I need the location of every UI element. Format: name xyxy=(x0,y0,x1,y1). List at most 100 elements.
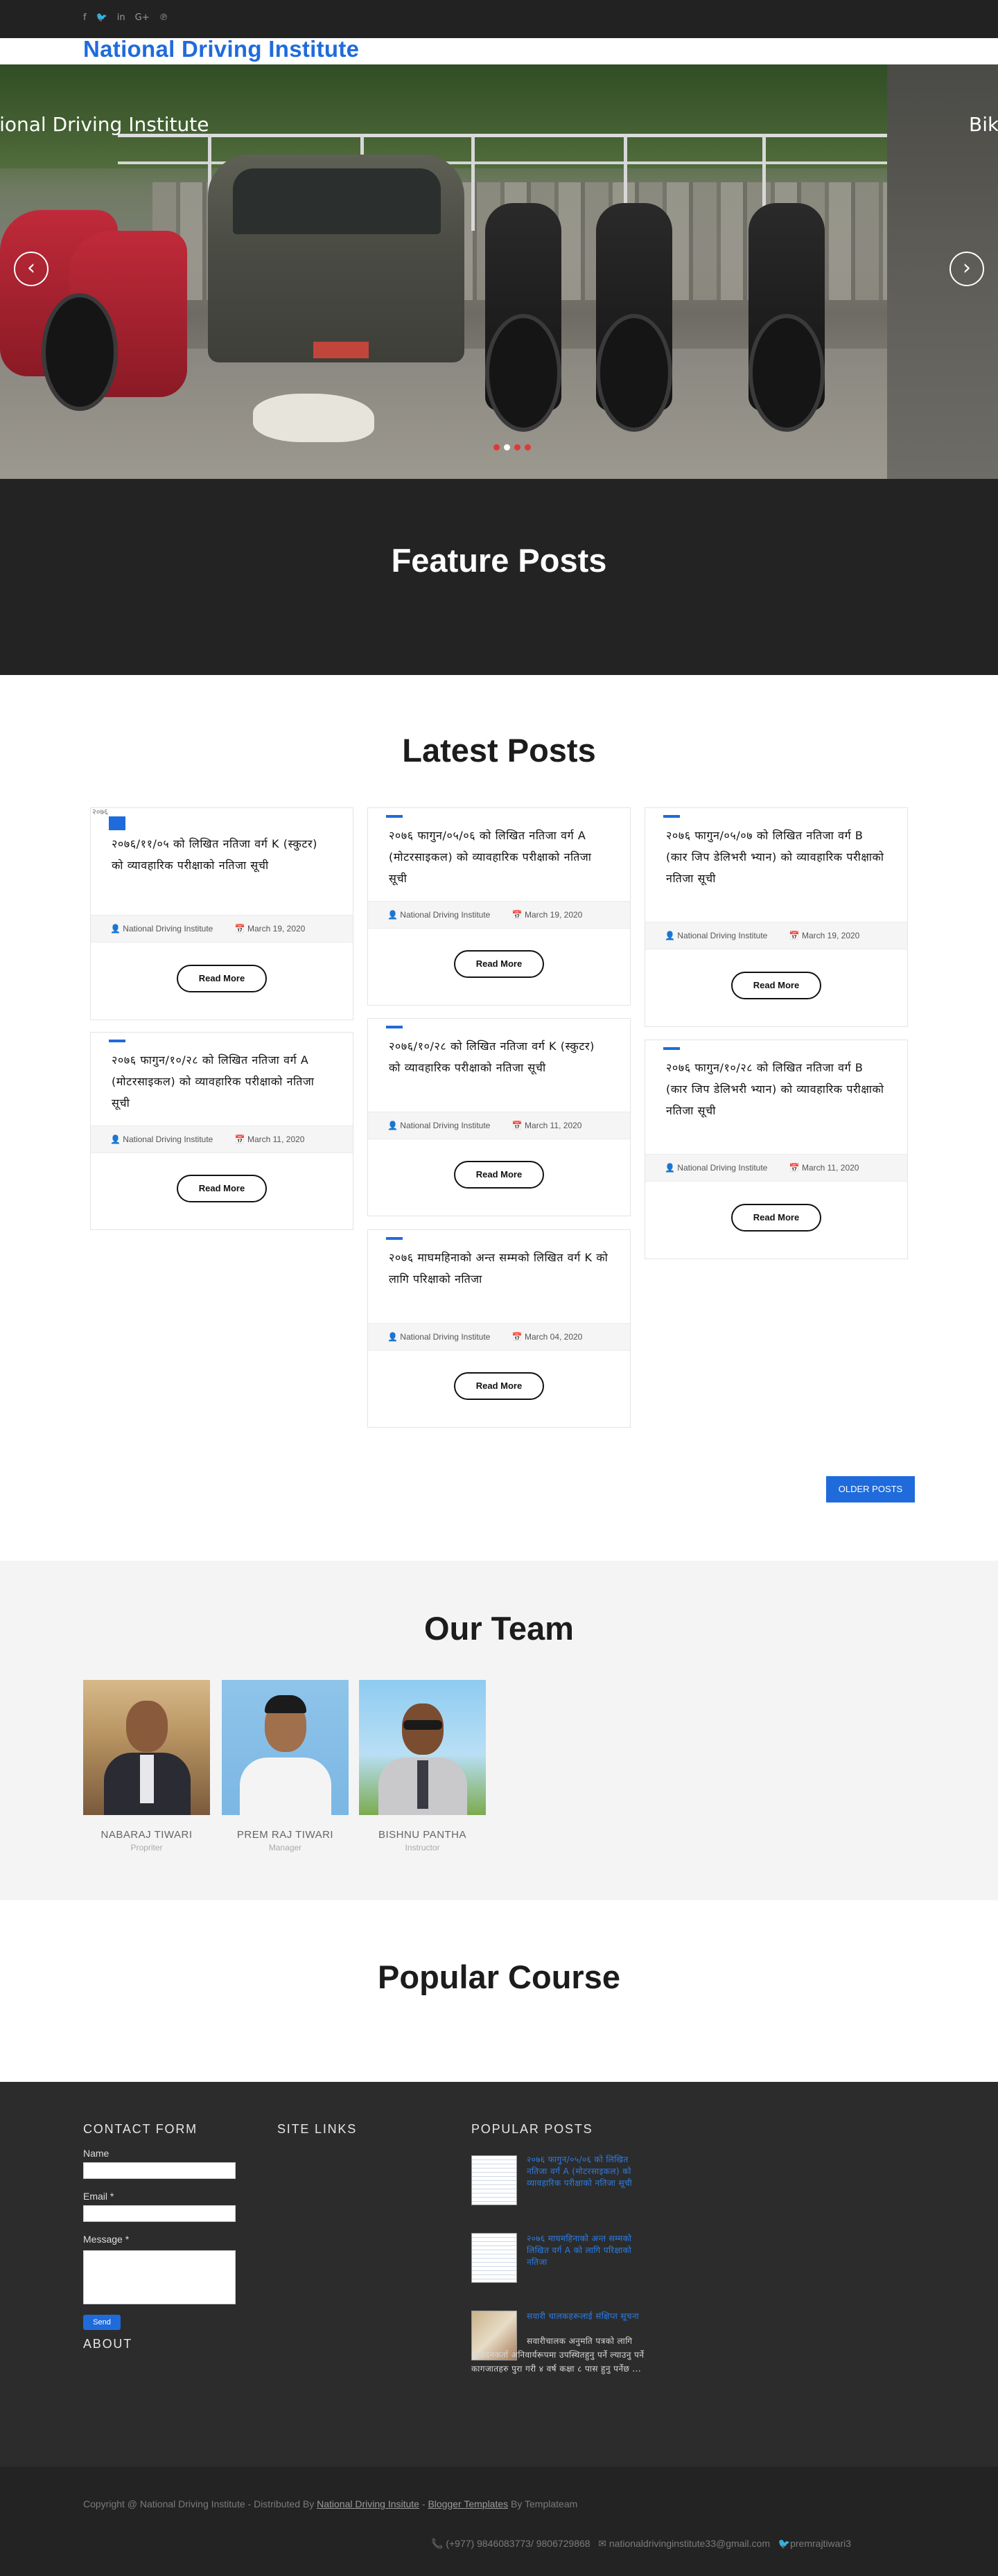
about-heading: ABOUT xyxy=(83,2337,133,2351)
contact-form-heading: CONTACT FORM xyxy=(83,2122,198,2136)
popular-post-link[interactable]: २०७६ फागुन/०५/०६ को लिखित नतिजा वर्ग A (… xyxy=(527,2154,643,2189)
team-member: PREM RAJ TIWARI Manager xyxy=(222,1680,349,1852)
linkedin-icon[interactable]: in xyxy=(117,12,125,23)
post-title[interactable]: २०७६ माघमहिनाको अन्त सम्मको लिखित वर्ग K… xyxy=(368,1230,630,1290)
team-member: BISHNU PANTHA Instructor xyxy=(359,1680,486,1852)
popular-post-thumbnail[interactable] xyxy=(471,2233,517,2283)
post-meta: 👤 National Driving Institute 📅 March 04,… xyxy=(368,1323,630,1351)
popular-post-link[interactable]: सवारी चालकहरूलाई संक्षिप्त सूचना xyxy=(527,2311,643,2322)
team-member-role: Instructor xyxy=(405,1843,440,1852)
post-author: 👤 National Driving Institute xyxy=(665,1163,768,1173)
read-more-button[interactable]: Read More xyxy=(454,1161,544,1189)
slider-prev-icon[interactable]: ‹ xyxy=(14,252,49,286)
popular-posts-heading: POPULAR POSTS xyxy=(471,2122,593,2136)
twitter-icon[interactable]: 🐦 xyxy=(96,12,107,23)
post-date: 📅 March 11, 2020 xyxy=(234,1134,305,1144)
site-links-heading: SITE LINKS xyxy=(277,2122,358,2136)
post-date: 📅 March 11, 2020 xyxy=(511,1121,582,1130)
post-title[interactable]: २०७६ फागुन/१०/२८ को लिखित नतिजा वर्ग A (… xyxy=(91,1033,353,1114)
read-more-button[interactable]: Read More xyxy=(731,972,821,999)
post-accent-bar xyxy=(663,815,680,818)
slider-next-icon[interactable]: › xyxy=(949,252,984,286)
post-card: २०७६/१०/२८ को लिखित नतिजा वर्ग K (स्कुटर… xyxy=(367,1018,631,1216)
post-card: २०७६ फागुन/०५/०७ को लिखित नतिजा वर्ग B (… xyxy=(645,807,908,1027)
slider-dot-active[interactable] xyxy=(504,444,510,450)
email-address[interactable]: nationaldrivinginstitute33@gmail.com xyxy=(609,2538,770,2549)
older-posts-button[interactable]: OLDER POSTS xyxy=(826,1476,915,1502)
post-meta: 👤 National Driving Institute 📅 March 19,… xyxy=(91,915,353,943)
message-label: Message * xyxy=(83,2234,130,2245)
team-member-photo xyxy=(83,1680,210,1815)
post-date: 📅 March 04, 2020 xyxy=(511,1332,583,1342)
slide-caption-next: Bike xyxy=(969,113,998,136)
post-accent-bar xyxy=(386,815,403,818)
read-more-button[interactable]: Read More xyxy=(177,965,267,992)
team-member-name: BISHNU PANTHA xyxy=(378,1829,467,1841)
post-card: २०७६ फागुन/०५/०६ को लिखित नतिजा वर्ग A (… xyxy=(367,807,631,1006)
read-more-button[interactable]: Read More xyxy=(177,1175,267,1202)
post-accent-bar xyxy=(386,1026,403,1028)
team-member-name: PREM RAJ TIWARI xyxy=(236,1829,334,1841)
read-more-button[interactable]: Read More xyxy=(454,1372,544,1400)
message-textarea[interactable] xyxy=(83,2250,236,2304)
post-title[interactable]: २०७६/११/०५ को लिखित नतिजा वर्ग K (स्कुटर… xyxy=(91,808,353,876)
post-card: २०७६ माघमहिनाको अन्त सम्मको लिखित वर्ग K… xyxy=(367,1229,631,1428)
hero-slider: National Driving Institute Bike ‹ › xyxy=(0,64,998,479)
post-card: २०७६ फागुन/१०/२८ को लिखित नतिजा वर्ग A (… xyxy=(90,1032,353,1230)
popular-post-thumbnail[interactable] xyxy=(471,2155,517,2205)
slider-dot[interactable] xyxy=(525,444,531,450)
name-input[interactable] xyxy=(83,2162,236,2179)
team-member-photo xyxy=(359,1680,486,1815)
slide-image-current: National Driving Institute xyxy=(0,64,887,479)
popular-post-snippet: सवारीचालक अनुमति पत्रको लागि आवेदनकर्ता … xyxy=(471,2336,645,2374)
google-plus-icon[interactable]: G+ xyxy=(135,12,150,23)
post-thumb-alt: २०७६ xyxy=(92,808,108,816)
latest-posts-title: Latest Posts xyxy=(402,732,596,769)
post-author: 👤 National Driving Institute xyxy=(665,931,768,940)
post-title[interactable]: २०७६ फागुन/१०/२८ को लिखित नतिजा वर्ग B (… xyxy=(645,1040,907,1121)
facebook-icon[interactable]: f xyxy=(83,12,87,23)
post-date: 📅 March 19, 2020 xyxy=(511,910,583,920)
pinterest-icon[interactable]: ℗ xyxy=(159,12,168,23)
read-more-button[interactable]: Read More xyxy=(454,950,544,978)
social-links: f 🐦 in G+ ℗ xyxy=(83,12,168,23)
phone-number: (+977) 9846083773/ 9806729868 xyxy=(446,2538,590,2549)
team-member-role: Propriter xyxy=(130,1843,163,1852)
slider-dots xyxy=(493,444,531,450)
feature-posts-title: Feature Posts xyxy=(391,542,607,579)
post-author: 👤 National Driving Institute xyxy=(387,910,491,920)
post-card: २०७६ फागुन/१०/२८ को लिखित नतिजा वर्ग B (… xyxy=(645,1040,908,1259)
post-meta: 👤 National Driving Institute 📅 March 19,… xyxy=(368,901,630,929)
email-icon: ✉ xyxy=(598,2538,606,2549)
post-author: 👤 National Driving Institute xyxy=(387,1121,491,1130)
blogger-templates-link[interactable]: Blogger Templates xyxy=(428,2498,508,2509)
team-member-name: NABARAJ TIWARI xyxy=(100,1829,193,1841)
bottom-bar: Copyright @ National Driving Institute -… xyxy=(0,2467,998,2576)
team-member-role: Manager xyxy=(268,1843,302,1852)
twitter-handle[interactable]: premrajtiwari3 xyxy=(790,2538,851,2549)
slider-dot[interactable] xyxy=(493,444,500,450)
post-accent-bar xyxy=(109,1040,125,1042)
slider-dot[interactable] xyxy=(514,444,520,450)
post-title[interactable]: २०७६/१०/२८ को लिखित नतिजा वर्ग K (स्कुटर… xyxy=(368,1019,630,1078)
name-label: Name xyxy=(83,2148,110,2159)
post-meta: 👤 National Driving Institute 📅 March 11,… xyxy=(91,1125,353,1153)
top-bar: f 🐦 in G+ ℗ xyxy=(0,0,998,38)
distributor-link[interactable]: National Driving Insitute xyxy=(317,2498,419,2509)
post-date: 📅 March 19, 2020 xyxy=(234,924,306,934)
popular-course-title: Popular Course xyxy=(378,1959,620,1995)
footer: CONTACT FORM SITE LINKS POPULAR POSTS Na… xyxy=(0,2082,998,2467)
site-title[interactable]: National Driving Institute xyxy=(83,36,359,62)
post-title[interactable]: २०७६ फागुन/०५/०६ को लिखित नतिजा वर्ग A (… xyxy=(368,808,630,889)
email-input[interactable] xyxy=(83,2205,236,2222)
post-meta: 👤 National Driving Institute 📅 March 19,… xyxy=(645,922,907,949)
popular-post-link[interactable]: २०७६ माघमहिनाको अन्त सम्मको लिखित वर्ग A… xyxy=(527,2233,643,2268)
read-more-button[interactable]: Read More xyxy=(731,1204,821,1232)
post-title[interactable]: २०७६ फागुन/०५/०७ को लिखित नतिजा वर्ग B (… xyxy=(645,808,907,889)
team-member-photo xyxy=(222,1680,349,1815)
post-date: 📅 March 19, 2020 xyxy=(789,931,860,940)
post-meta: 👤 National Driving Institute 📅 March 11,… xyxy=(645,1154,907,1182)
send-button[interactable]: Send xyxy=(83,2315,121,2330)
post-accent-bar xyxy=(386,1237,403,1240)
post-author: 👤 National Driving Institute xyxy=(387,1332,491,1342)
